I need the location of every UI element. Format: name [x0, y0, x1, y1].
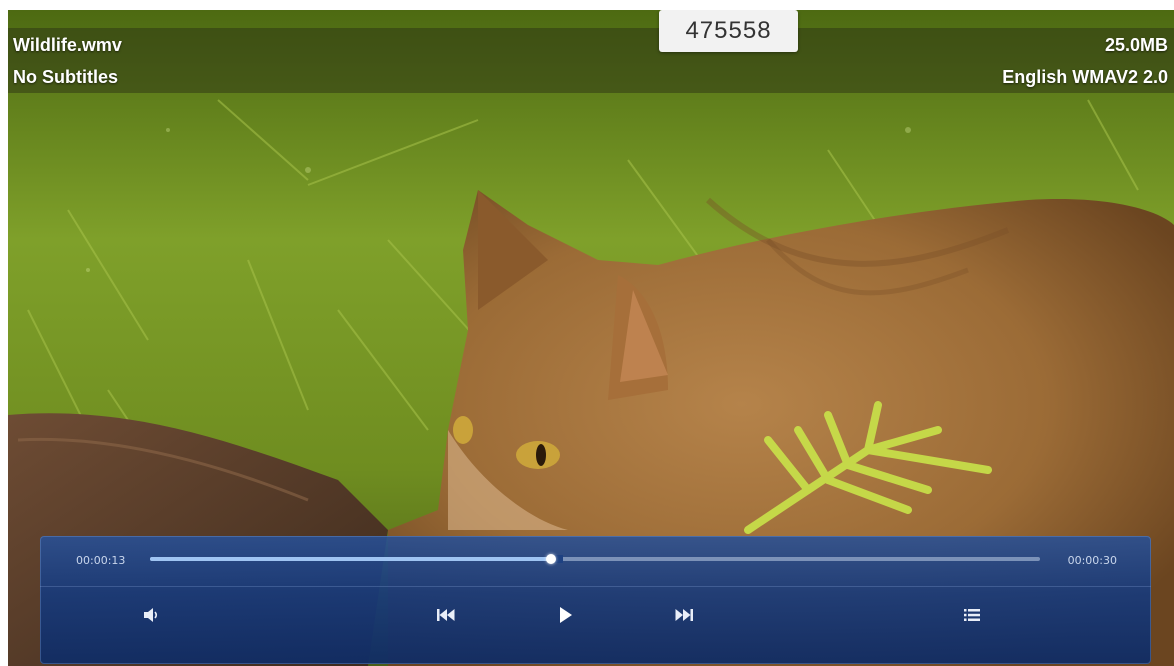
seek-bar[interactable]	[150, 554, 1040, 564]
next-icon	[675, 609, 693, 621]
subtitle-status: No Subtitles	[13, 67, 119, 87]
panel-divider	[40, 586, 1151, 587]
seek-bar-thumb[interactable]	[545, 554, 556, 564]
play-icon	[560, 607, 572, 623]
volume-icon	[144, 608, 158, 622]
file-size: 25.0MB	[1104, 35, 1168, 55]
seek-bar-progress	[150, 557, 551, 561]
video-player[interactable]: Wildlife.wmv No Subtitles 25.0MB English…	[8, 10, 1174, 666]
previous-button[interactable]	[426, 602, 466, 628]
info-bar	[8, 28, 1174, 93]
audio-track: English WMAV2 2.0	[1002, 67, 1168, 87]
current-time: 00:00:13	[76, 554, 126, 567]
previous-icon	[437, 609, 455, 621]
volume-button[interactable]	[132, 602, 172, 628]
playlist-icon	[964, 609, 980, 621]
file-name: Wildlife.wmv	[13, 35, 122, 55]
next-button[interactable]	[664, 602, 704, 628]
playback-control-panel: 00:00:13 00:00:30	[40, 536, 1151, 664]
total-time: 00:00:30	[1067, 554, 1117, 567]
play-button[interactable]	[546, 602, 586, 628]
frame-counter: 475558	[659, 10, 798, 52]
playlist-button[interactable]	[952, 602, 992, 628]
